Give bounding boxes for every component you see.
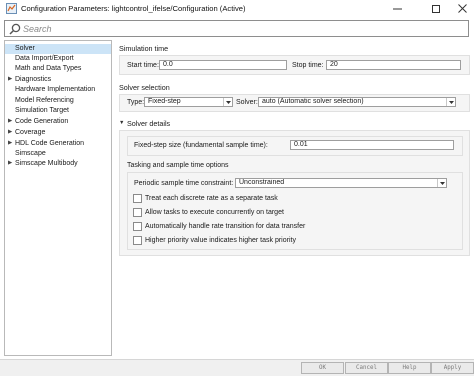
chevron-down-icon <box>223 98 232 106</box>
expand-arrow-icon[interactable]: ▶ <box>8 117 12 127</box>
tree-item-data-import-export[interactable]: Data Import/Export <box>5 54 111 64</box>
tree-item-simscape-multibody[interactable]: ▶ Simscape Multibody <box>5 159 111 169</box>
constraint-dropdown-value: Unconstrained <box>239 179 285 186</box>
tree-item-label: Code Generation <box>15 118 69 125</box>
tree-item-hardware-implementation[interactable]: Hardware Implementation <box>5 85 111 95</box>
fixed-step-size-label: Fixed-step size (fundamental sample time… <box>134 142 268 149</box>
concurrent-tasks-checkbox[interactable] <box>133 208 142 217</box>
tree-item-label: Simulation Target <box>15 107 69 114</box>
stop-time-label: Stop time: <box>292 62 324 69</box>
solver-label: Solver: <box>236 99 258 106</box>
tree-item-label: Solver <box>15 45 35 52</box>
expand-arrow-icon[interactable]: ▶ <box>8 139 12 149</box>
simulink-app-icon <box>6 3 17 14</box>
simulation-time-heading: Simulation time <box>119 44 169 53</box>
tree-item-math-and-data-types[interactable]: Math and Data Types <box>5 64 111 74</box>
minimize-button[interactable] <box>385 0 409 17</box>
solver-dropdown[interactable]: auto (Automatic solver selection) <box>258 97 456 107</box>
priority-checkbox[interactable] <box>133 236 142 245</box>
solver-selection-heading: Solver selection <box>119 83 170 92</box>
category-tree: Solver Data Import/Export Math and Data … <box>4 40 112 356</box>
tree-item-coverage[interactable]: ▶ Coverage <box>5 128 111 138</box>
ok-button[interactable]: OK <box>301 362 344 374</box>
tree-item-simulation-target[interactable]: Simulation Target <box>5 106 111 116</box>
concurrent-tasks-label: Allow tasks to execute concurrently on t… <box>145 209 284 216</box>
rate-transition-checkbox[interactable] <box>133 222 142 231</box>
title-bar: Configuration Parameters: lightcontrol_i… <box>0 0 474 17</box>
start-time-field[interactable]: 0.0 <box>159 60 287 70</box>
close-icon <box>457 4 467 13</box>
fixed-step-size-field[interactable]: 0.01 <box>290 140 454 150</box>
rate-transition-label: Automatically handle rate transition for… <box>145 223 306 230</box>
expand-arrow-icon[interactable]: ▶ <box>8 75 12 85</box>
type-label: Type: <box>127 99 145 106</box>
chevron-down-icon <box>437 179 446 187</box>
search-icon <box>9 23 21 35</box>
tree-item-model-referencing[interactable]: Model Referencing <box>5 96 111 106</box>
tree-item-label: Simscape <box>15 150 46 157</box>
solver-dropdown-value: auto (Automatic solver selection) <box>262 98 364 105</box>
tree-item-hdl-code-generation[interactable]: ▶ HDL Code Generation <box>5 139 111 149</box>
cancel-button[interactable]: Cancel <box>345 362 388 374</box>
solver-details-heading: Solver details <box>127 119 171 128</box>
tree-item-code-generation[interactable]: ▶ Code Generation <box>5 117 111 127</box>
close-button[interactable] <box>450 0 474 17</box>
maximize-button[interactable] <box>424 0 448 17</box>
tree-item-diagnostics[interactable]: ▶ Diagnostics <box>5 75 111 85</box>
collapse-arrow-icon: ▼ <box>119 120 125 126</box>
type-dropdown[interactable]: Fixed-step <box>144 97 233 107</box>
tree-item-label: Math and Data Types <box>15 65 82 72</box>
tree-item-label: HDL Code Generation <box>15 140 85 147</box>
stop-time-field[interactable]: 20 <box>326 60 461 70</box>
expand-arrow-icon[interactable]: ▶ <box>8 159 12 169</box>
minimize-icon <box>392 8 402 10</box>
tree-item-label: Model Referencing <box>15 97 74 104</box>
separate-task-checkbox[interactable] <box>133 194 142 203</box>
search-input[interactable] <box>23 22 463 35</box>
tree-item-simscape[interactable]: Simscape <box>5 149 111 159</box>
maximize-icon <box>432 4 440 13</box>
window-title: Configuration Parameters: lightcontrol_i… <box>21 4 246 13</box>
start-time-label: Start time: <box>127 62 159 69</box>
tasking-heading: Tasking and sample time options <box>127 162 229 169</box>
search-bar[interactable] <box>4 20 469 37</box>
tree-item-label: Coverage <box>15 129 46 136</box>
expand-arrow-icon[interactable]: ▶ <box>8 128 12 138</box>
separate-task-label: Treat each discrete rate as a separate t… <box>145 195 278 202</box>
constraint-dropdown[interactable]: Unconstrained <box>235 178 447 188</box>
help-button[interactable]: Help <box>388 362 431 374</box>
tree-item-label: Simscape Multibody <box>15 160 78 167</box>
tree-item-label: Data Import/Export <box>15 55 74 62</box>
priority-label: Higher priority value indicates higher t… <box>145 237 296 244</box>
tree-item-label: Hardware Implementation <box>15 86 96 93</box>
type-dropdown-value: Fixed-step <box>148 98 181 105</box>
apply-button[interactable]: Apply <box>431 362 474 374</box>
tree-item-solver[interactable]: Solver <box>5 44 111 54</box>
chevron-down-icon <box>446 98 455 106</box>
tree-item-label: Diagnostics <box>15 76 52 83</box>
constraint-label: Periodic sample time constraint: <box>134 180 234 187</box>
